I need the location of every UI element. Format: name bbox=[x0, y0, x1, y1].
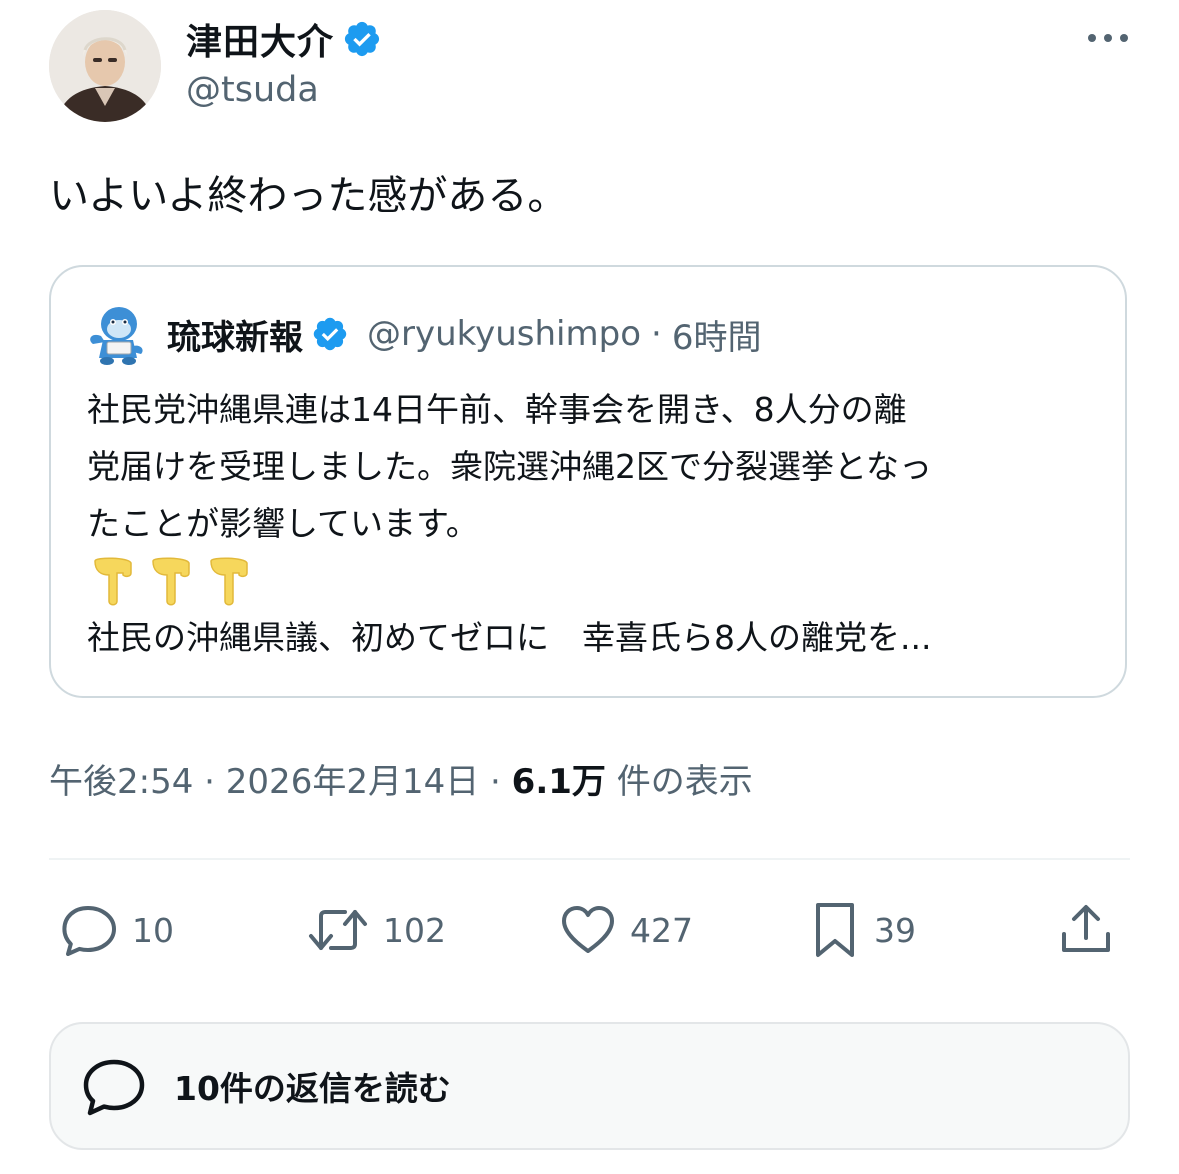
divider bbox=[49, 858, 1130, 860]
author-handle[interactable]: @tsuda bbox=[186, 70, 319, 110]
pointing-down-hand-icon bbox=[145, 555, 195, 607]
tweet-date[interactable]: 2026年2月14日 bbox=[226, 762, 479, 802]
reply-bubble-icon bbox=[78, 1050, 150, 1122]
bookmark-button[interactable]: 39 bbox=[810, 900, 916, 960]
tweet-meta: 午後2:54 · 2026年2月14日 · 6.1万 件の表示 bbox=[49, 754, 753, 803]
quoted-link-title: 社民の沖縄県議、初めてゼロに 幸喜氏ら8人の離党を... bbox=[87, 618, 932, 657]
verified-badge-icon bbox=[311, 315, 349, 353]
separator-dot: · bbox=[490, 762, 501, 802]
quoted-text-line: 党届けを受理しました。衆院選沖縄2区で分裂選挙となっ bbox=[87, 447, 933, 486]
pointing-down-hand-icon bbox=[87, 555, 137, 607]
heart-icon bbox=[560, 905, 616, 955]
read-replies-label: 10件の返信を読む bbox=[174, 1069, 451, 1108]
verified-badge-icon bbox=[342, 19, 382, 59]
like-button[interactable]: 427 bbox=[560, 900, 693, 960]
more-options-button[interactable] bbox=[1083, 22, 1133, 52]
quoted-text-line: 社民党沖縄県連は14日午前、幹事会を開き、8人分の離 bbox=[87, 390, 907, 429]
quoted-tweet-time[interactable]: 6時間 bbox=[672, 310, 762, 359]
quoted-author-handle[interactable]: @ryukyushimpo bbox=[367, 314, 641, 354]
bookmark-count: 39 bbox=[874, 910, 916, 950]
author-name[interactable]: 津田大介 bbox=[186, 13, 334, 65]
separator-dot: · bbox=[651, 314, 662, 354]
retweet-button[interactable]: 102 bbox=[307, 900, 446, 960]
more-horizontal-icon bbox=[1087, 28, 1129, 47]
tweet-time[interactable]: 午後2:54 bbox=[49, 762, 193, 802]
separator-dot: · bbox=[204, 762, 215, 802]
quoted-text-line: たことが影響しています。 bbox=[87, 504, 479, 543]
author-name-row[interactable]: 津田大介 bbox=[186, 14, 382, 64]
tweet-text: いよいよ終わった感がある。 bbox=[49, 173, 568, 219]
pointing-down-emoji-row bbox=[87, 552, 1097, 609]
retweet-icon bbox=[307, 904, 369, 956]
quoted-tweet-body: 社民党沖縄県連は14日午前、幹事会を開き、8人分の離 党届けを受理しました。衆院… bbox=[87, 381, 1097, 666]
views-count: 6.1万 bbox=[511, 762, 606, 802]
bookmark-icon bbox=[810, 901, 860, 959]
quoted-tweet-card[interactable]: 琉球新報 @ryukyushimpo · 6時間 社民党沖縄県連は14日午前、幹… bbox=[49, 265, 1127, 698]
reply-button[interactable]: 10 bbox=[62, 900, 174, 960]
reply-icon bbox=[62, 904, 118, 956]
share-icon bbox=[1058, 904, 1114, 956]
retweet-count: 102 bbox=[383, 910, 446, 950]
read-replies-button[interactable]: 10件の返信を読む bbox=[49, 1022, 1130, 1150]
views-label: 件の表示 bbox=[616, 762, 753, 802]
like-count: 427 bbox=[630, 910, 693, 950]
reply-count: 10 bbox=[132, 910, 174, 950]
quoted-author-name[interactable]: 琉球新報 bbox=[167, 310, 303, 359]
author-avatar[interactable] bbox=[49, 10, 161, 122]
share-button[interactable] bbox=[1058, 900, 1114, 960]
ryukyu-mascot-avatar-icon[interactable] bbox=[85, 302, 149, 366]
pointing-down-hand-icon bbox=[203, 555, 253, 607]
quoted-tweet-header: 琉球新報 @ryukyushimpo · 6時間 bbox=[85, 303, 761, 365]
